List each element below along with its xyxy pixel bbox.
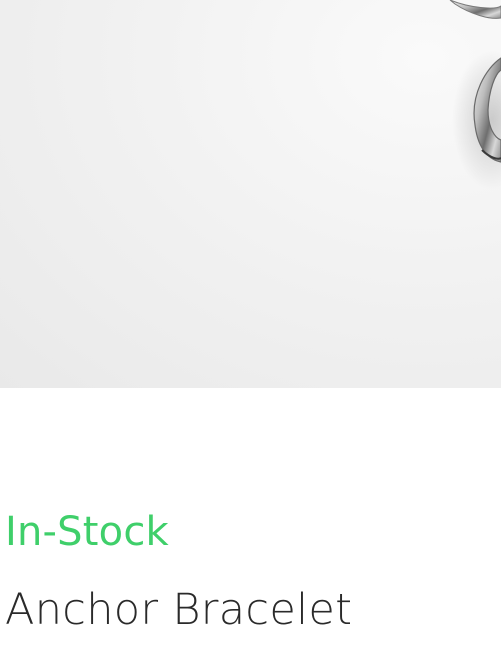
- stock-status: In-Stock: [5, 509, 169, 555]
- product-card[interactable]: In-Stock Anchor Bracelet: [0, 0, 501, 659]
- bracelet-image-icon: [449, 0, 501, 190]
- product-image[interactable]: [0, 0, 501, 388]
- product-name[interactable]: Anchor Bracelet: [5, 582, 352, 638]
